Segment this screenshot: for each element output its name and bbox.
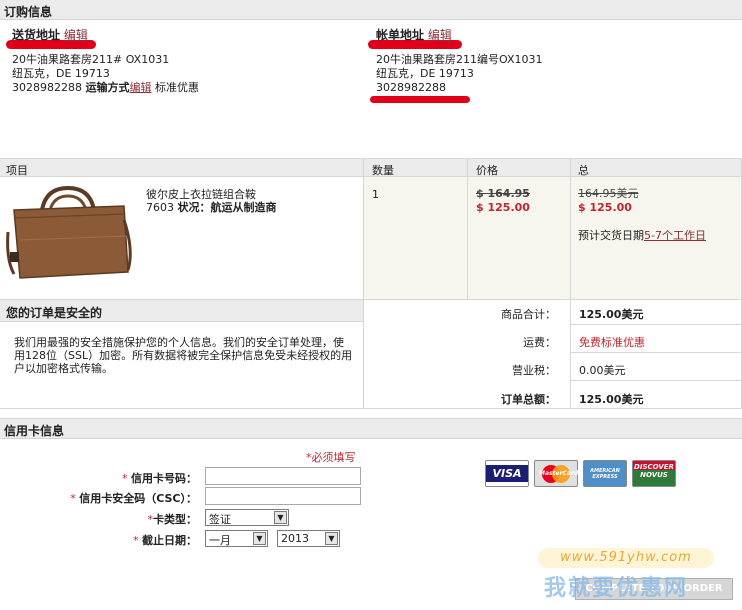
order-totals: 商品合计： 125.00美元 运费： 免费标准优惠 营业税： 0.00美元 订单…	[364, 300, 741, 408]
order-info-title: 订购信息	[4, 5, 53, 19]
billing-address: 帐单地址 编辑 20牛油果路套房211编号OX1031 纽瓦克，DE 19713…	[376, 26, 542, 95]
grand-total-label: 订单总额：	[501, 393, 556, 406]
divider	[571, 380, 741, 381]
shipping-method-value: 标准优惠	[155, 81, 199, 94]
shipping-line2: 纽瓦克，DE 19713	[12, 67, 110, 80]
csc-label: * 信用卡安全码（CSC）：	[70, 492, 197, 505]
tax-label: 营业税：	[512, 364, 556, 377]
amex-logo: AMERICAN EXPRESS	[583, 460, 627, 487]
shipping-phone: 3028982288	[12, 81, 82, 94]
product-status-label: 状况：	[177, 201, 211, 214]
delivery-label: 预计交货日期	[578, 229, 644, 242]
shipping-edit-link[interactable]: 编辑	[64, 28, 88, 42]
subtotal-label: 商品合计：	[501, 308, 556, 321]
col-total: 总	[578, 164, 589, 177]
expiry-year-value: 2013	[281, 532, 309, 545]
shipping-method-label: 运输方式	[85, 81, 130, 94]
col-qty: 数量	[372, 164, 394, 177]
subtotal-value: 125.00美元	[579, 308, 644, 321]
billing-phone: 3028982288	[376, 81, 446, 94]
card-number-input[interactable]	[205, 467, 361, 485]
item-qty: 1	[372, 188, 379, 201]
items-table-header: 项目 数量 价格 总	[0, 158, 742, 177]
grand-total-value: 125.00美元	[579, 393, 644, 406]
order-info-header: 订购信息	[0, 0, 742, 20]
billing-heading: 帐单地址	[376, 28, 425, 42]
delivery-link[interactable]: 5-7个工作日	[644, 229, 706, 242]
item-old-total: 164.95美元	[578, 187, 639, 200]
discover-logo: DISCOVER NOVUS	[632, 460, 676, 487]
watermark-text: 我就要优惠网	[544, 576, 689, 601]
item-sale-total: $ 125.00	[578, 201, 632, 214]
card-number-label: * 信用卡号码：	[122, 472, 197, 485]
security-title: 您的订单是安全的	[6, 306, 103, 320]
chevron-down-icon: ▼	[274, 511, 287, 524]
shipping-method-edit-link[interactable]: 编辑	[130, 81, 152, 94]
divider	[0, 408, 742, 409]
card-type-label: *卡类型：	[147, 513, 198, 526]
col-item: 项目	[6, 164, 28, 177]
item-old-price: $ 164.95	[476, 187, 530, 200]
shipping-address: 送货地址 编辑 20牛油果路套房211# OX1031 纽瓦克，DE 19713…	[12, 26, 199, 95]
shipping-heading: 送货地址	[12, 28, 61, 42]
product-details: 彼尔皮上衣拉链组合鞍 7603 状况：航运从制造商	[146, 188, 277, 214]
expiry-month-value: 一月	[209, 534, 231, 547]
shipping-fee-value: 免费标准优惠	[579, 336, 645, 349]
visa-logo: VISA	[485, 460, 529, 487]
card-type-select[interactable]: 签证 ▼	[205, 509, 289, 526]
billing-line2: 纽瓦克，DE 19713	[376, 67, 474, 80]
watermark-url: www.591yhw.com	[538, 548, 714, 568]
chevron-down-icon: ▼	[325, 532, 338, 545]
shipping-fee-label: 运费：	[523, 336, 556, 349]
security-header: 您的订单是安全的	[0, 300, 363, 322]
tax-value: 0.00美元	[579, 364, 626, 377]
expiry-year-select[interactable]: 2013 ▼	[277, 530, 340, 547]
billing-line1: 20牛油果路套房211编号OX1031	[376, 53, 543, 66]
item-sale-price: $ 125.00	[476, 201, 530, 214]
credit-card-title: 信用卡信息	[4, 424, 65, 438]
mastercard-logo: MasterCard	[534, 460, 578, 487]
card-type-value: 签证	[209, 513, 231, 526]
chevron-down-icon: ▼	[253, 532, 266, 545]
divider	[571, 324, 741, 325]
credit-card-header: 信用卡信息	[0, 418, 742, 439]
divider	[571, 352, 741, 353]
product-image[interactable]	[2, 180, 136, 292]
security-text: 我们用最强的安全措施保护您的个人信息。我们的安全订单处理，使用128位（SSL）…	[14, 336, 353, 375]
redaction-mark	[370, 96, 470, 103]
csc-input[interactable]	[205, 487, 361, 505]
required-note: *必须填写	[306, 451, 356, 464]
divider	[467, 158, 468, 299]
item-total: 164.95美元 $ 125.00 预计交货日期5-7个工作日	[578, 187, 706, 243]
shipping-line1: 20牛油果路套房211# OX1031	[12, 53, 170, 66]
product-name[interactable]: 彼尔皮上衣拉链组合鞍	[146, 188, 277, 201]
expiry-label: * 截止日期：	[133, 534, 197, 547]
product-sku: 7603	[146, 201, 174, 214]
col-price: 价格	[476, 164, 498, 177]
expiry-month-select[interactable]: 一月 ▼	[205, 530, 268, 547]
item-price: $ 164.95 $ 125.00	[476, 187, 530, 215]
product-status-value: 航运从制造商	[210, 201, 277, 214]
billing-edit-link[interactable]: 编辑	[428, 28, 452, 42]
